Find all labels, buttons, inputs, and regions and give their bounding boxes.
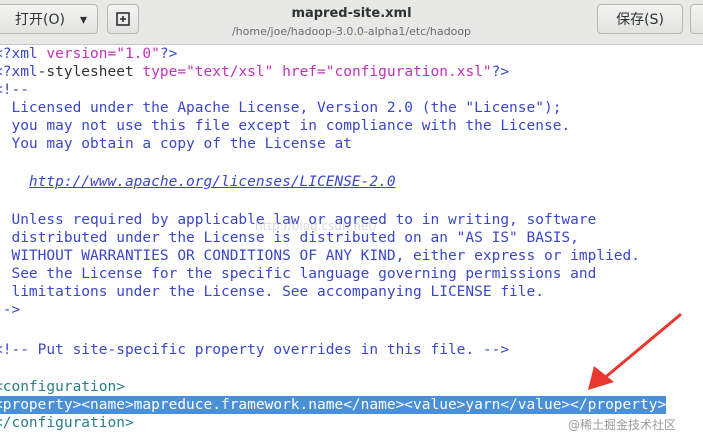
code-line-15: <configuration> [0, 379, 125, 395]
pi-target: -stylesheet [37, 64, 143, 80]
save-button[interactable]: 保存(S) [597, 4, 683, 34]
license-link[interactable]: http://www.apache.org/licenses/LICENSE-2… [29, 174, 396, 190]
code-line-17: </configuration> [0, 415, 134, 431]
code-line-6: You may obtain a copy of the License at [0, 136, 352, 152]
attr-name: type= [142, 64, 187, 80]
code-line-12: limitations under the License. See accom… [0, 284, 544, 300]
attr-value: "configuration.xsl" [325, 64, 492, 80]
xml-pi-end: ?> [491, 64, 510, 80]
code-line-14: <!-- Put site-specific property override… [0, 342, 510, 358]
attr-name: version= [46, 46, 117, 62]
code-line-7: http://www.apache.org/licenses/LICENSE-2… [0, 173, 396, 191]
code-line-1: <?xml version="1.0"?> [0, 45, 177, 63]
code-line-11: See the License for the specific languag… [0, 266, 597, 282]
xml-decl-end: ?> [159, 46, 178, 62]
attr-value: "text/xsl" [186, 64, 274, 80]
menu-button[interactable] [690, 4, 703, 34]
code-line-3: <!-- [0, 82, 29, 98]
xml-decl: <?xml [0, 46, 38, 62]
xml-pi: <?xml [0, 64, 38, 80]
code-line-16-selected: <property><name>mapreduce.framework.name… [0, 396, 667, 414]
code-line-10: WITHOUT WARRANTIES OR CONDITIONS OF ANY … [0, 248, 641, 264]
header-bar: 打开(O) ▾ mapred-site.xml /home/joe/hadoop… [0, 0, 703, 45]
code-line-4: Licensed under the Apache License, Versi… [0, 100, 562, 116]
source-badge: @稀土掘金技术社区 [568, 418, 677, 432]
save-button-label: 保存(S) [616, 12, 664, 28]
attr-value: "1.0" [116, 46, 160, 62]
watermark-text: http://blog.csdn.net/ [255, 219, 378, 233]
attr-name: href= [273, 64, 326, 80]
code-line-5: you may not use this file except in comp… [0, 118, 571, 134]
code-line-13: --> [0, 302, 21, 318]
red-arrow-annotation [588, 313, 682, 390]
code-line-2: <?xml-stylesheet type="text/xsl" href="c… [0, 63, 509, 81]
